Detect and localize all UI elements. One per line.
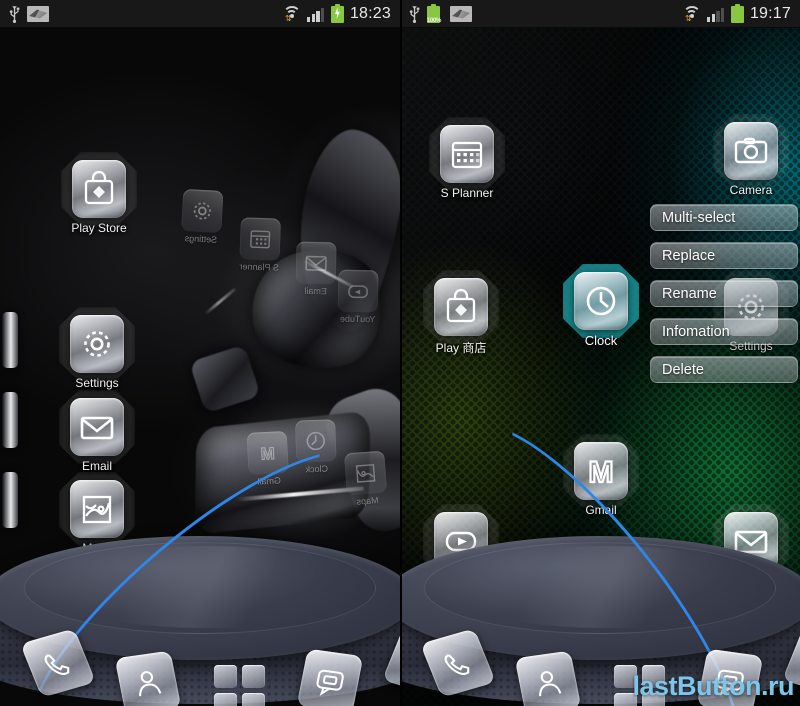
clock-icon bbox=[574, 272, 628, 330]
status-bar-clock: 19:17 bbox=[749, 4, 791, 22]
context-menu[interactable]: Multi-select Replace Rename Infomation D… bbox=[650, 204, 798, 383]
wifi-icon: ⇅ bbox=[682, 5, 701, 23]
status-bar[interactable]: ⇅ 18:23 bbox=[0, 0, 400, 28]
carousel-ghost-label: Settings bbox=[184, 233, 218, 245]
status-bar-left-icons bbox=[0, 5, 283, 23]
panel-divider bbox=[400, 0, 402, 706]
carousel-ghost-label: Email bbox=[304, 285, 327, 297]
carousel-edge-icon bbox=[2, 392, 18, 448]
status-bar-right-icons: ⇅ 19:17 bbox=[682, 4, 800, 23]
signal-icon bbox=[306, 6, 325, 22]
app-icon-play-store[interactable]: Play 商店 bbox=[422, 278, 500, 356]
app-label: Play 商店 bbox=[435, 341, 487, 355]
play-store-icon bbox=[434, 278, 488, 336]
svg-text:M: M bbox=[589, 456, 614, 489]
carousel-ghost-label: YouTube bbox=[339, 313, 376, 325]
battery-percent-label: 100% bbox=[426, 18, 442, 24]
app-label: Settings bbox=[75, 376, 119, 390]
app-icon-clock[interactable]: Clock bbox=[562, 272, 640, 348]
carousel-ghost-settings: Settings bbox=[181, 188, 224, 245]
app-label: Clock bbox=[584, 333, 618, 348]
usb-icon bbox=[409, 5, 420, 23]
app-icon-s-planner[interactable]: S Planner bbox=[428, 125, 506, 200]
right-phone-screen: 100% ⇅ 19:17 S Planner Camera Play 商店 Cl… bbox=[400, 0, 800, 706]
dock-item-phone[interactable] bbox=[420, 628, 496, 698]
carousel-edge-icon bbox=[2, 472, 18, 528]
context-menu-item-infomation[interactable]: Infomation bbox=[650, 318, 798, 345]
wallpaper-shape bbox=[189, 344, 261, 414]
app-grid-icon bbox=[212, 663, 268, 706]
context-menu-item-replace[interactable]: Replace bbox=[650, 242, 798, 269]
left-phone-screen: ⇅ 18:23 Settings S Planner Email YouTube… bbox=[0, 0, 400, 706]
app-icon-camera[interactable]: Camera bbox=[712, 122, 790, 197]
app-icon-play-store[interactable]: Play Store bbox=[60, 160, 138, 235]
status-bar[interactable]: 100% ⇅ 19:17 bbox=[400, 0, 800, 28]
carousel-edge-icon bbox=[2, 312, 18, 368]
carousel-ghost-email: Email bbox=[295, 241, 337, 297]
calendar-icon bbox=[239, 217, 281, 261]
envelope-icon bbox=[295, 241, 337, 285]
site-watermark: lastButton.ru bbox=[632, 671, 795, 701]
wifi-icon: ⇅ bbox=[282, 5, 301, 23]
carousel-ghost-label: S Planner bbox=[239, 261, 280, 273]
satellite-icon bbox=[27, 5, 49, 22]
dock-item-contacts[interactable] bbox=[114, 650, 182, 706]
app-icon-email[interactable]: Email bbox=[58, 398, 136, 473]
camera-icon bbox=[724, 122, 778, 180]
carousel-ghost-youtube: YouTube bbox=[337, 269, 379, 325]
app-label: Email bbox=[81, 459, 112, 473]
signal-icon bbox=[706, 6, 725, 22]
svg-text:M: M bbox=[260, 444, 275, 464]
gear-icon bbox=[70, 315, 124, 373]
status-bar-right-icons: ⇅ 18:23 bbox=[282, 4, 400, 23]
carousel-ghost-s-planner: S Planner bbox=[239, 217, 281, 273]
dock-item-phone[interactable] bbox=[20, 628, 96, 698]
wallpaper-highlight bbox=[203, 287, 237, 316]
dock-item-messages[interactable] bbox=[296, 648, 364, 706]
dock-item-contacts[interactable] bbox=[514, 650, 582, 706]
context-menu-item-delete[interactable]: Delete bbox=[650, 356, 798, 383]
battery-icon: 100% bbox=[426, 4, 442, 24]
app-label: Camera bbox=[729, 183, 773, 197]
battery-charging-icon bbox=[330, 4, 344, 23]
status-bar-clock: 18:23 bbox=[349, 4, 391, 22]
play-store-icon bbox=[72, 160, 126, 218]
usb-icon bbox=[9, 5, 20, 23]
app-label: Play Store bbox=[71, 221, 127, 235]
envelope-icon bbox=[70, 398, 124, 456]
gear-icon bbox=[181, 188, 224, 234]
dock-items bbox=[0, 624, 400, 706]
status-bar-left-icons: 100% bbox=[400, 4, 683, 24]
app-icon-settings[interactable]: Settings bbox=[58, 315, 136, 390]
dual-phone-screenshot: ⇅ 18:23 Settings S Planner Email YouTube… bbox=[0, 0, 800, 706]
context-menu-item-rename[interactable]: Rename bbox=[650, 280, 798, 307]
battery-charging-icon bbox=[730, 4, 744, 23]
satellite-icon bbox=[450, 5, 472, 22]
app-label: S Planner bbox=[440, 186, 494, 200]
dock-item-browser[interactable] bbox=[382, 626, 400, 696]
youtube-icon bbox=[337, 269, 379, 313]
calendar-icon bbox=[440, 125, 494, 183]
context-menu-item-multi-select[interactable]: Multi-select bbox=[650, 204, 798, 231]
dock bbox=[0, 411, 400, 706]
dock-item-apps[interactable] bbox=[212, 662, 268, 706]
